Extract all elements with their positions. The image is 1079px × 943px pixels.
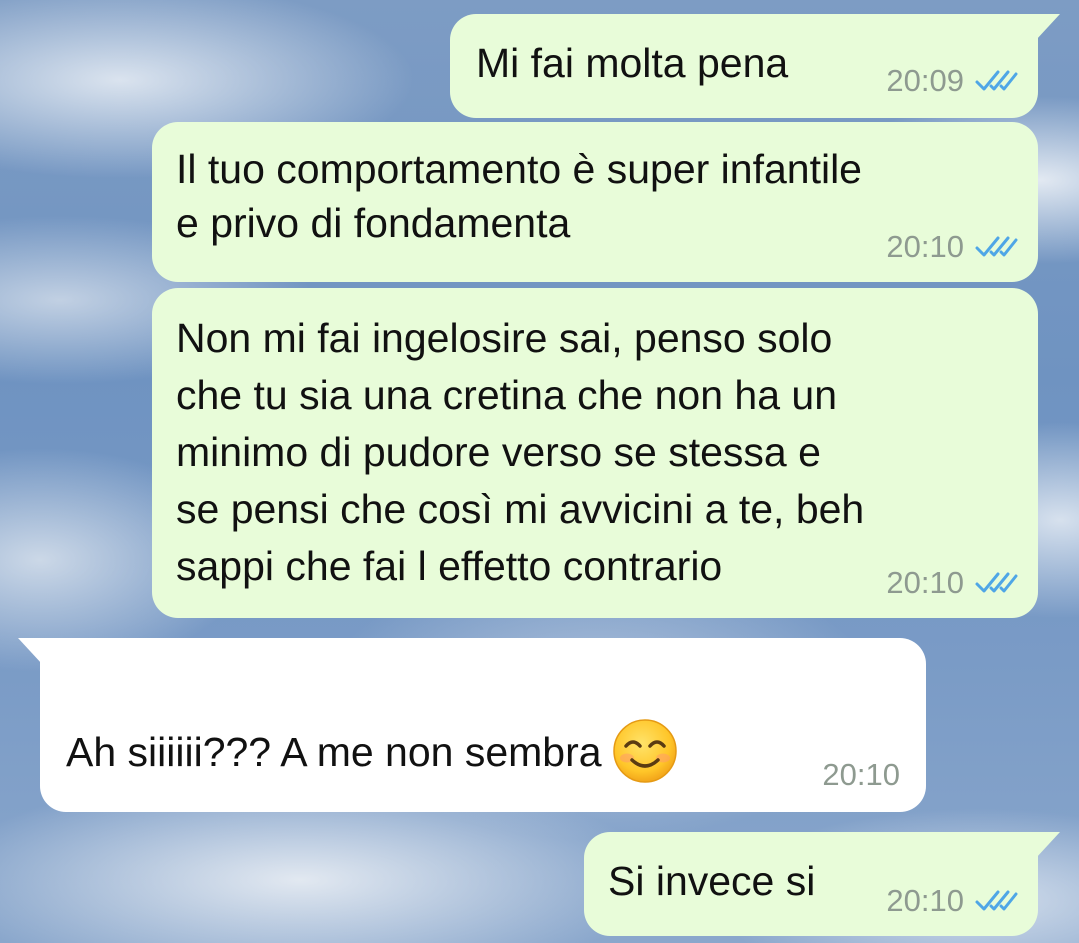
message-time: 20:10 xyxy=(886,883,964,918)
message-meta: 20:10 xyxy=(886,566,1018,600)
message-time: 20:10 xyxy=(822,757,900,792)
double-check-icon xyxy=(975,70,1018,91)
message-time: 20:10 xyxy=(886,229,964,264)
bubble-tail xyxy=(1036,832,1060,858)
bubble-tail xyxy=(1036,14,1060,40)
message-meta: 20:10 xyxy=(886,230,1018,264)
double-check-icon xyxy=(975,236,1018,257)
message-meta: 20:09 xyxy=(886,64,1018,98)
message-bubble-outgoing[interactable]: Si invece si 20:10 xyxy=(584,832,1060,936)
message-meta: 20:10 xyxy=(822,758,900,792)
double-check-icon xyxy=(975,572,1018,593)
smiling-face-emoji-icon xyxy=(612,719,677,783)
bubble-tail xyxy=(18,638,42,664)
message-bubble-incoming[interactable]: Ah siiiiii??? A me non sembra 20:10 xyxy=(18,638,926,812)
message-text-content: Ah siiiiii??? A me non sembra xyxy=(66,728,602,775)
message-text: Non mi fai ingelosire sai, penso solo ch… xyxy=(176,315,865,589)
message-text: Il tuo comportamento è super infantile e… xyxy=(176,146,862,246)
message-bubble-outgoing[interactable]: Mi fai molta pena 20:09 xyxy=(450,14,1060,118)
message-time: 20:09 xyxy=(886,63,964,98)
message-text: Ah siiiiii??? A me non sembra xyxy=(66,668,678,788)
double-check-icon xyxy=(975,890,1018,911)
message-bubble-outgoing[interactable]: Il tuo comportamento è super infantile e… xyxy=(152,122,1038,282)
message-bubble-outgoing[interactable]: Non mi fai ingelosire sai, penso solo ch… xyxy=(152,288,1038,618)
message-time: 20:10 xyxy=(886,565,964,600)
message-text: Si invece si xyxy=(608,858,816,904)
message-meta: 20:10 xyxy=(886,884,1018,918)
message-text: Mi fai molta pena xyxy=(476,40,789,86)
